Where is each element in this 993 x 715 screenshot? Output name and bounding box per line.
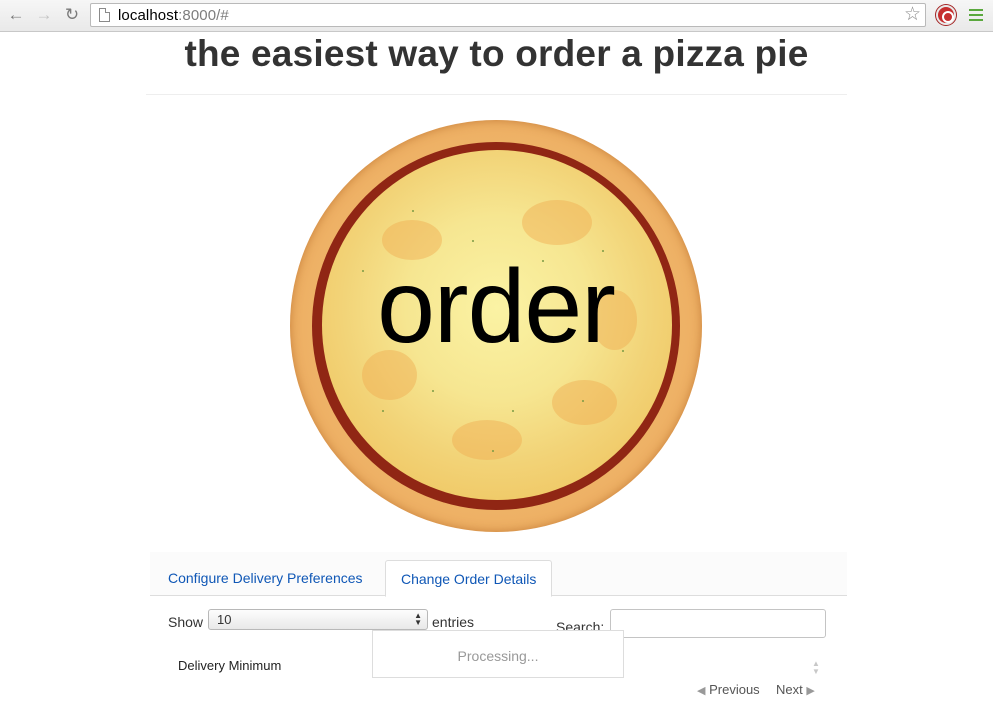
show-label: Show [168, 614, 204, 630]
entries-label: entries [432, 614, 475, 630]
tab-configure-delivery-preferences[interactable]: Configure Delivery Preferences [153, 560, 378, 597]
forward-arrow-icon[interactable]: → [34, 5, 54, 25]
page-title: the easiest way to order a pizza pie [184, 33, 809, 74]
processing-indicator: Processing... [372, 630, 624, 678]
next-arrow-icon: ▶ [806, 685, 815, 697]
star-icon[interactable]: ☆ [904, 4, 921, 26]
address-bar[interactable]: localhost:8000/# ☆ [90, 3, 926, 27]
page-icon [99, 8, 110, 22]
pizza-order-button[interactable]: order [290, 120, 702, 532]
url-text: localhost:8000/# [118, 7, 229, 24]
search-input[interactable] [610, 609, 826, 638]
entries-length-select[interactable]: 10 ▲ ▼ [208, 609, 428, 630]
adblock-icon[interactable] [936, 5, 956, 25]
previous-arrow-icon: ◀ [697, 685, 706, 697]
hamburger-menu-icon[interactable] [969, 9, 983, 21]
column-header-delivery-minimum[interactable]: Delivery Minimum [178, 658, 281, 673]
title-divider [146, 94, 847, 95]
sort-icon[interactable]: ▲ ▼ [812, 660, 820, 676]
select-arrows-icon: ▲ ▼ [414, 611, 422, 627]
reload-icon[interactable]: ↻ [62, 5, 82, 25]
order-label: order [377, 249, 616, 365]
previous-page-button[interactable]: ◀ Previous [697, 682, 760, 697]
back-arrow-icon[interactable]: ← [6, 5, 26, 25]
tab-change-order-details[interactable]: Change Order Details [385, 560, 553, 597]
next-page-button[interactable]: Next ▶ [776, 682, 815, 697]
entries-length-value: 10 [217, 612, 232, 627]
browser-toolbar: ← → ↻ localhost:8000/# ☆ [0, 0, 993, 32]
